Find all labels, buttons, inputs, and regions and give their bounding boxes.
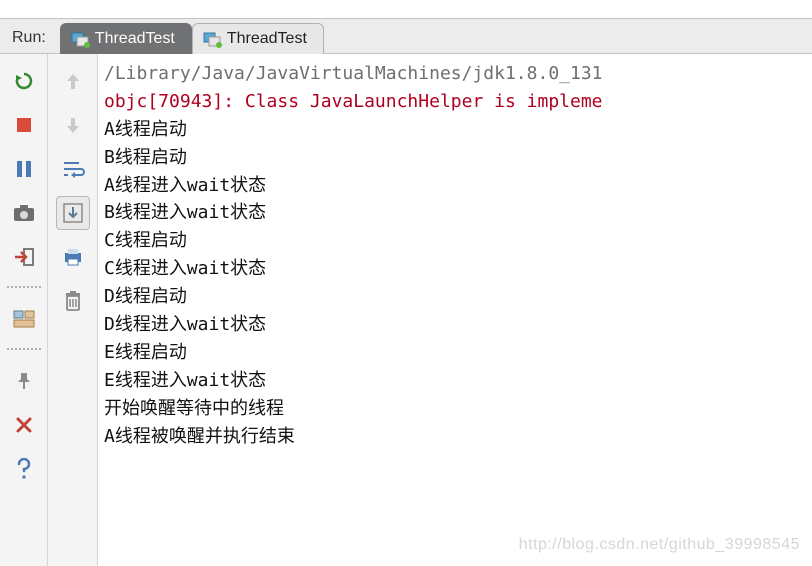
down-button[interactable] [56,108,90,142]
dump-threads-button[interactable] [7,196,41,230]
layout-icon [13,310,35,328]
camera-icon [13,204,35,222]
close-button[interactable] [7,408,41,442]
print-button[interactable] [56,240,90,274]
run-config-icon [71,32,89,46]
console-line: D线程进入wait状态 [104,311,808,339]
soft-wrap-button[interactable] [56,152,90,186]
run-toolwindow-body: /Library/Java/JavaVirtualMachines/jdk1.8… [0,54,812,566]
console-line: B线程进入wait状态 [104,199,808,227]
run-config-icon [203,32,221,46]
clear-button[interactable] [56,284,90,318]
rerun-button[interactable] [7,64,41,98]
pin-icon [15,371,33,391]
arrow-up-icon [64,71,82,91]
help-button[interactable] [7,452,41,486]
console-line: A线程被唤醒并执行结束 [104,423,808,451]
tab-threadtest-inactive[interactable]: ThreadTest [192,23,324,54]
pause-button[interactable] [7,152,41,186]
console-line: objc[70943]: Class JavaLaunchHelper is i… [104,88,808,116]
console-line: A线程启动 [104,116,808,144]
console-toolbar [48,54,98,566]
console-line: E线程启动 [104,339,808,367]
console-line: A线程进入wait状态 [104,172,808,200]
trash-icon [63,290,83,312]
scroll-to-end-icon [62,202,84,224]
console-line: D线程启动 [104,283,808,311]
toolbar-divider [7,348,41,352]
print-icon [62,247,84,267]
console-line: C线程进入wait状态 [104,255,808,283]
pause-icon [15,159,33,179]
run-action-toolbar [0,54,48,566]
console-line: C线程启动 [104,227,808,255]
arrow-down-icon [64,115,82,135]
run-tabs: ThreadTest ThreadTest [60,22,324,53]
tab-label: ThreadTest [95,30,175,48]
tab-label: ThreadTest [227,30,307,48]
console-line: B线程启动 [104,144,808,172]
console-output[interactable]: /Library/Java/JavaVirtualMachines/jdk1.8… [98,54,812,566]
run-label: Run: [0,29,60,53]
layout-button[interactable] [7,302,41,336]
stop-icon [15,116,33,134]
rerun-icon [13,70,35,92]
stop-button[interactable] [7,108,41,142]
watermark: http://blog.csdn.net/github_39998545 [519,533,800,558]
exit-icon [13,247,35,267]
help-icon [15,458,33,480]
close-icon [15,416,33,434]
scroll-to-end-button[interactable] [56,196,90,230]
editor-strip [0,0,812,18]
pin-button[interactable] [7,364,41,398]
tab-threadtest-active[interactable]: ThreadTest [60,23,192,54]
exit-button[interactable] [7,240,41,274]
soft-wrap-icon [61,159,85,179]
up-button[interactable] [56,64,90,98]
toolbar-divider [7,286,41,290]
console-line: E线程进入wait状态 [104,367,808,395]
console-line: /Library/Java/JavaVirtualMachines/jdk1.8… [104,60,808,88]
run-toolwindow-header: Run: ThreadTest ThreadTest [0,18,812,54]
console-line: 开始唤醒等待中的线程 [104,395,808,423]
